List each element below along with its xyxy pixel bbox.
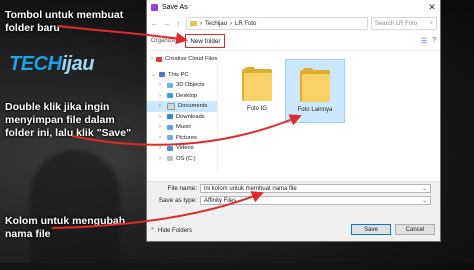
chevron-right-icon: › bbox=[159, 82, 161, 89]
chevron-up-icon: ⌃ bbox=[150, 228, 156, 234]
address-bar[interactable]: › Techijau › LR Foto bbox=[186, 17, 368, 30]
pc-icon bbox=[159, 72, 165, 78]
sidebar-item-videos[interactable]: › Videos bbox=[147, 143, 217, 154]
breadcrumb-separator: › bbox=[230, 20, 233, 27]
breadcrumb-separator: › bbox=[200, 20, 202, 27]
navigation-pane: › Creative Cloud Files ⌄ This PC › 3D Objec… bbox=[147, 51, 218, 172]
chevron-right-icon: › bbox=[159, 113, 161, 120]
breadcrumb-lr-foto[interactable]: LR Foto bbox=[235, 21, 256, 27]
folder-icon bbox=[300, 68, 330, 102]
organize-button[interactable]: Organize bbox=[151, 38, 175, 44]
sidebar-item-this-pc[interactable]: ⌄ This PC bbox=[147, 70, 217, 81]
sidebar-item-downloads[interactable]: › Downloads bbox=[147, 112, 217, 123]
chevron-right-icon: › bbox=[159, 134, 161, 141]
save-as-type-label: Save as type: bbox=[158, 197, 197, 204]
title-bar: Save As ✕ bbox=[147, 0, 440, 15]
sidebar-item-documents[interactable]: › Documents bbox=[147, 101, 217, 112]
sidebar-item-label: Pictures bbox=[176, 134, 197, 141]
sidebar-item-3d-objects[interactable]: › 3D Objects bbox=[147, 80, 217, 91]
desktop-icon bbox=[167, 93, 173, 99]
chevron-right-icon: › bbox=[159, 145, 161, 152]
search-placeholder: Search LR Foto bbox=[375, 20, 418, 27]
sidebar-item-os-c[interactable]: › OS (C:) bbox=[147, 154, 217, 165]
chevron-right-icon: › bbox=[151, 56, 153, 63]
save-as-dialog: Save As ✕ ← → ↑ › Techijau › LR Foto Sea… bbox=[147, 0, 440, 241]
save-as-type-select[interactable]: Affinity Files ⌄ bbox=[200, 196, 431, 205]
sidebar-item-label: Music bbox=[176, 124, 192, 131]
sidebar-item-label: Downloads bbox=[176, 113, 205, 120]
folder-tile-foto-lainnya[interactable]: Foto Lainnya bbox=[285, 59, 345, 123]
close-icon[interactable]: ✕ bbox=[424, 2, 440, 13]
folder-label: Foto IG bbox=[246, 106, 267, 112]
hide-folders-toggle[interactable]: ⌃ Hide Folders bbox=[150, 227, 193, 235]
sidebar-item-label: Creative Cloud Files bbox=[165, 56, 218, 63]
save-as-type-value: Affinity Files bbox=[204, 197, 237, 204]
cloud-icon bbox=[156, 56, 162, 62]
file-name-value: ini kolom untuk membuat nama file bbox=[204, 185, 297, 192]
sidebar-item-label: OS (C:) bbox=[176, 155, 196, 162]
folder-tile-foto-ig[interactable]: Foto IG bbox=[228, 59, 286, 121]
sidebar-item-label: 3D Objects bbox=[176, 82, 205, 89]
chevron-down-icon[interactable]: ⌄ bbox=[422, 185, 427, 192]
annotation-new-folder: Tombol untuk membuat folder baru bbox=[5, 9, 124, 34]
search-icon: ⌕ bbox=[429, 20, 433, 26]
save-button[interactable]: Save bbox=[351, 224, 391, 235]
chevron-down-icon[interactable]: ⌄ bbox=[422, 197, 427, 204]
chevron-right-icon: › bbox=[159, 124, 161, 131]
downloads-icon bbox=[167, 114, 173, 120]
navigation-bar: ← → ↑ › Techijau › LR Foto Search LR Fot… bbox=[147, 15, 440, 32]
hide-folders-label: Hide Folders bbox=[158, 227, 193, 234]
toolbar: Organize New folder ☰ ? bbox=[147, 32, 440, 51]
help-icon[interactable]: ? bbox=[432, 37, 436, 45]
annotation-double-click: Double klik jika ingin menyimpan file da… bbox=[5, 101, 132, 139]
3d-objects-icon bbox=[167, 82, 173, 88]
file-name-label: File name: bbox=[167, 185, 197, 192]
music-icon bbox=[167, 124, 173, 130]
techijau-logo: TECHijau bbox=[9, 53, 94, 76]
logo-part-1: TECH bbox=[9, 53, 62, 75]
drive-icon bbox=[167, 156, 173, 162]
folder-icon bbox=[242, 67, 272, 101]
sidebar-item-label: This PC bbox=[168, 71, 189, 78]
up-arrow-icon[interactable]: ↑ bbox=[174, 19, 183, 28]
logo-part-2: ijau bbox=[61, 53, 94, 75]
forward-arrow-icon[interactable]: → bbox=[162, 19, 171, 28]
pictures-icon bbox=[167, 135, 173, 141]
chevron-right-icon: › bbox=[159, 92, 161, 99]
chevron-right-icon: › bbox=[159, 155, 161, 162]
chevron-down-icon: ⌄ bbox=[151, 72, 157, 79]
cancel-button[interactable]: Cancel bbox=[395, 224, 435, 235]
app-icon bbox=[151, 4, 158, 11]
annotation-file-name: Kolom untuk mengubah nama file bbox=[5, 215, 126, 240]
file-name-field[interactable]: ini kolom untuk membuat nama file ⌄ bbox=[200, 184, 431, 193]
back-arrow-icon[interactable]: ← bbox=[150, 19, 159, 28]
save-options-panel: File name: ini kolom untuk membuat nama … bbox=[147, 181, 440, 241]
file-list: Foto IG Foto Lainnya bbox=[218, 51, 440, 172]
view-options-icon[interactable]: ☰ bbox=[421, 37, 427, 45]
documents-icon bbox=[167, 102, 175, 110]
folder-label: Foto Lainnya bbox=[297, 107, 333, 113]
sidebar-item-label: Documents bbox=[178, 103, 208, 110]
dialog-title: Save As bbox=[162, 4, 188, 11]
breadcrumb-techijau[interactable]: Techijau bbox=[205, 21, 227, 27]
background-figure bbox=[30, 150, 120, 270]
sidebar-item-music[interactable]: › Music bbox=[147, 122, 217, 133]
sidebar-item-label: Videos bbox=[176, 145, 194, 152]
sidebar-item-desktop[interactable]: › Desktop bbox=[147, 91, 217, 102]
new-folder-button[interactable]: New folder bbox=[185, 34, 226, 48]
sidebar-item-label: Desktop bbox=[176, 92, 198, 99]
sidebar-item-pictures[interactable]: › Pictures bbox=[147, 133, 217, 144]
search-input[interactable]: Search LR Foto ⌕ bbox=[371, 17, 437, 30]
sidebar-item-creative-cloud[interactable]: › Creative Cloud Files bbox=[147, 54, 217, 65]
videos-icon bbox=[167, 145, 173, 151]
folder-icon bbox=[190, 21, 197, 26]
chevron-right-icon: › bbox=[159, 103, 161, 110]
